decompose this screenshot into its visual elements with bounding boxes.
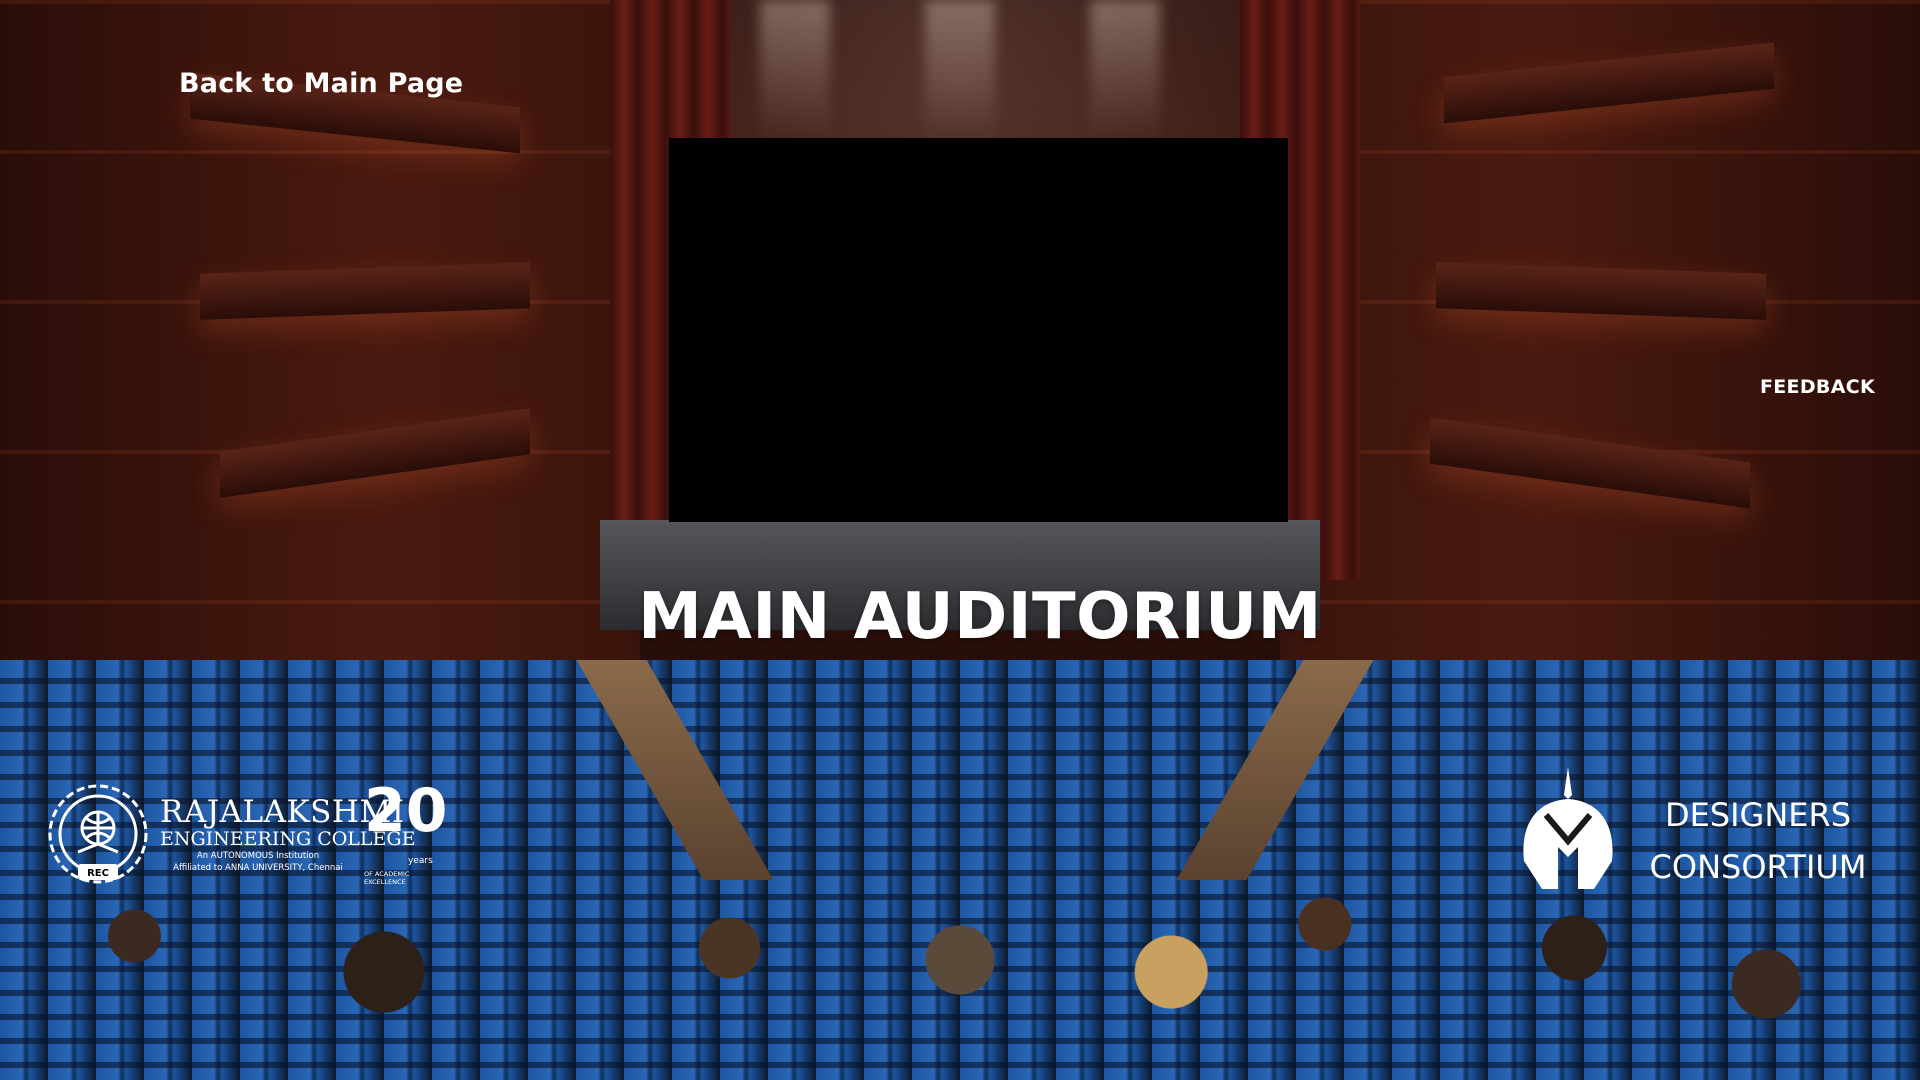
years-word: years (408, 856, 433, 866)
years-number: 20 (364, 776, 448, 846)
years-tagline: OF ACADEMIC EXCELLENCE (364, 870, 410, 886)
spotlight (760, 0, 830, 140)
feedback-link[interactable]: FEEDBACK (1760, 376, 1875, 398)
spotlight (1090, 0, 1160, 140)
consortium-line: CONSORTIUM (1649, 848, 1867, 886)
spotlight (925, 0, 995, 140)
designers-consortium-logo: DESIGNERS CONSORTIUM (1512, 765, 1912, 895)
designers-line: DESIGNERS (1664, 796, 1852, 834)
rec-logo: REC RAJALAKSHMI ENGINEERING COLLEGE An A… (42, 776, 448, 890)
back-to-main-page-link[interactable]: Back to Main Page (179, 68, 463, 99)
auditorium-scene: Back to Main Page FEEDBACK MAIN AUDITORI… (0, 0, 1920, 1080)
spartan-helmet-icon (1523, 767, 1613, 889)
designers-consortium-wordmark: DESIGNERS CONSORTIUM (1638, 789, 1878, 893)
rec-affiliation: Affiliated to ANNA UNIVERSITY, Chennai (173, 863, 343, 873)
rec-anniversary-badge: 20 years OF ACADEMIC EXCELLENCE (364, 776, 448, 890)
rec-emblem-icon: REC (48, 784, 148, 884)
rec-tagline: An AUTONOMOUS Institution (196, 851, 320, 861)
stage-screen (669, 138, 1288, 522)
page-title: MAIN AUDITORIUM (638, 580, 1322, 654)
rec-emblem-text: REC (87, 868, 109, 879)
